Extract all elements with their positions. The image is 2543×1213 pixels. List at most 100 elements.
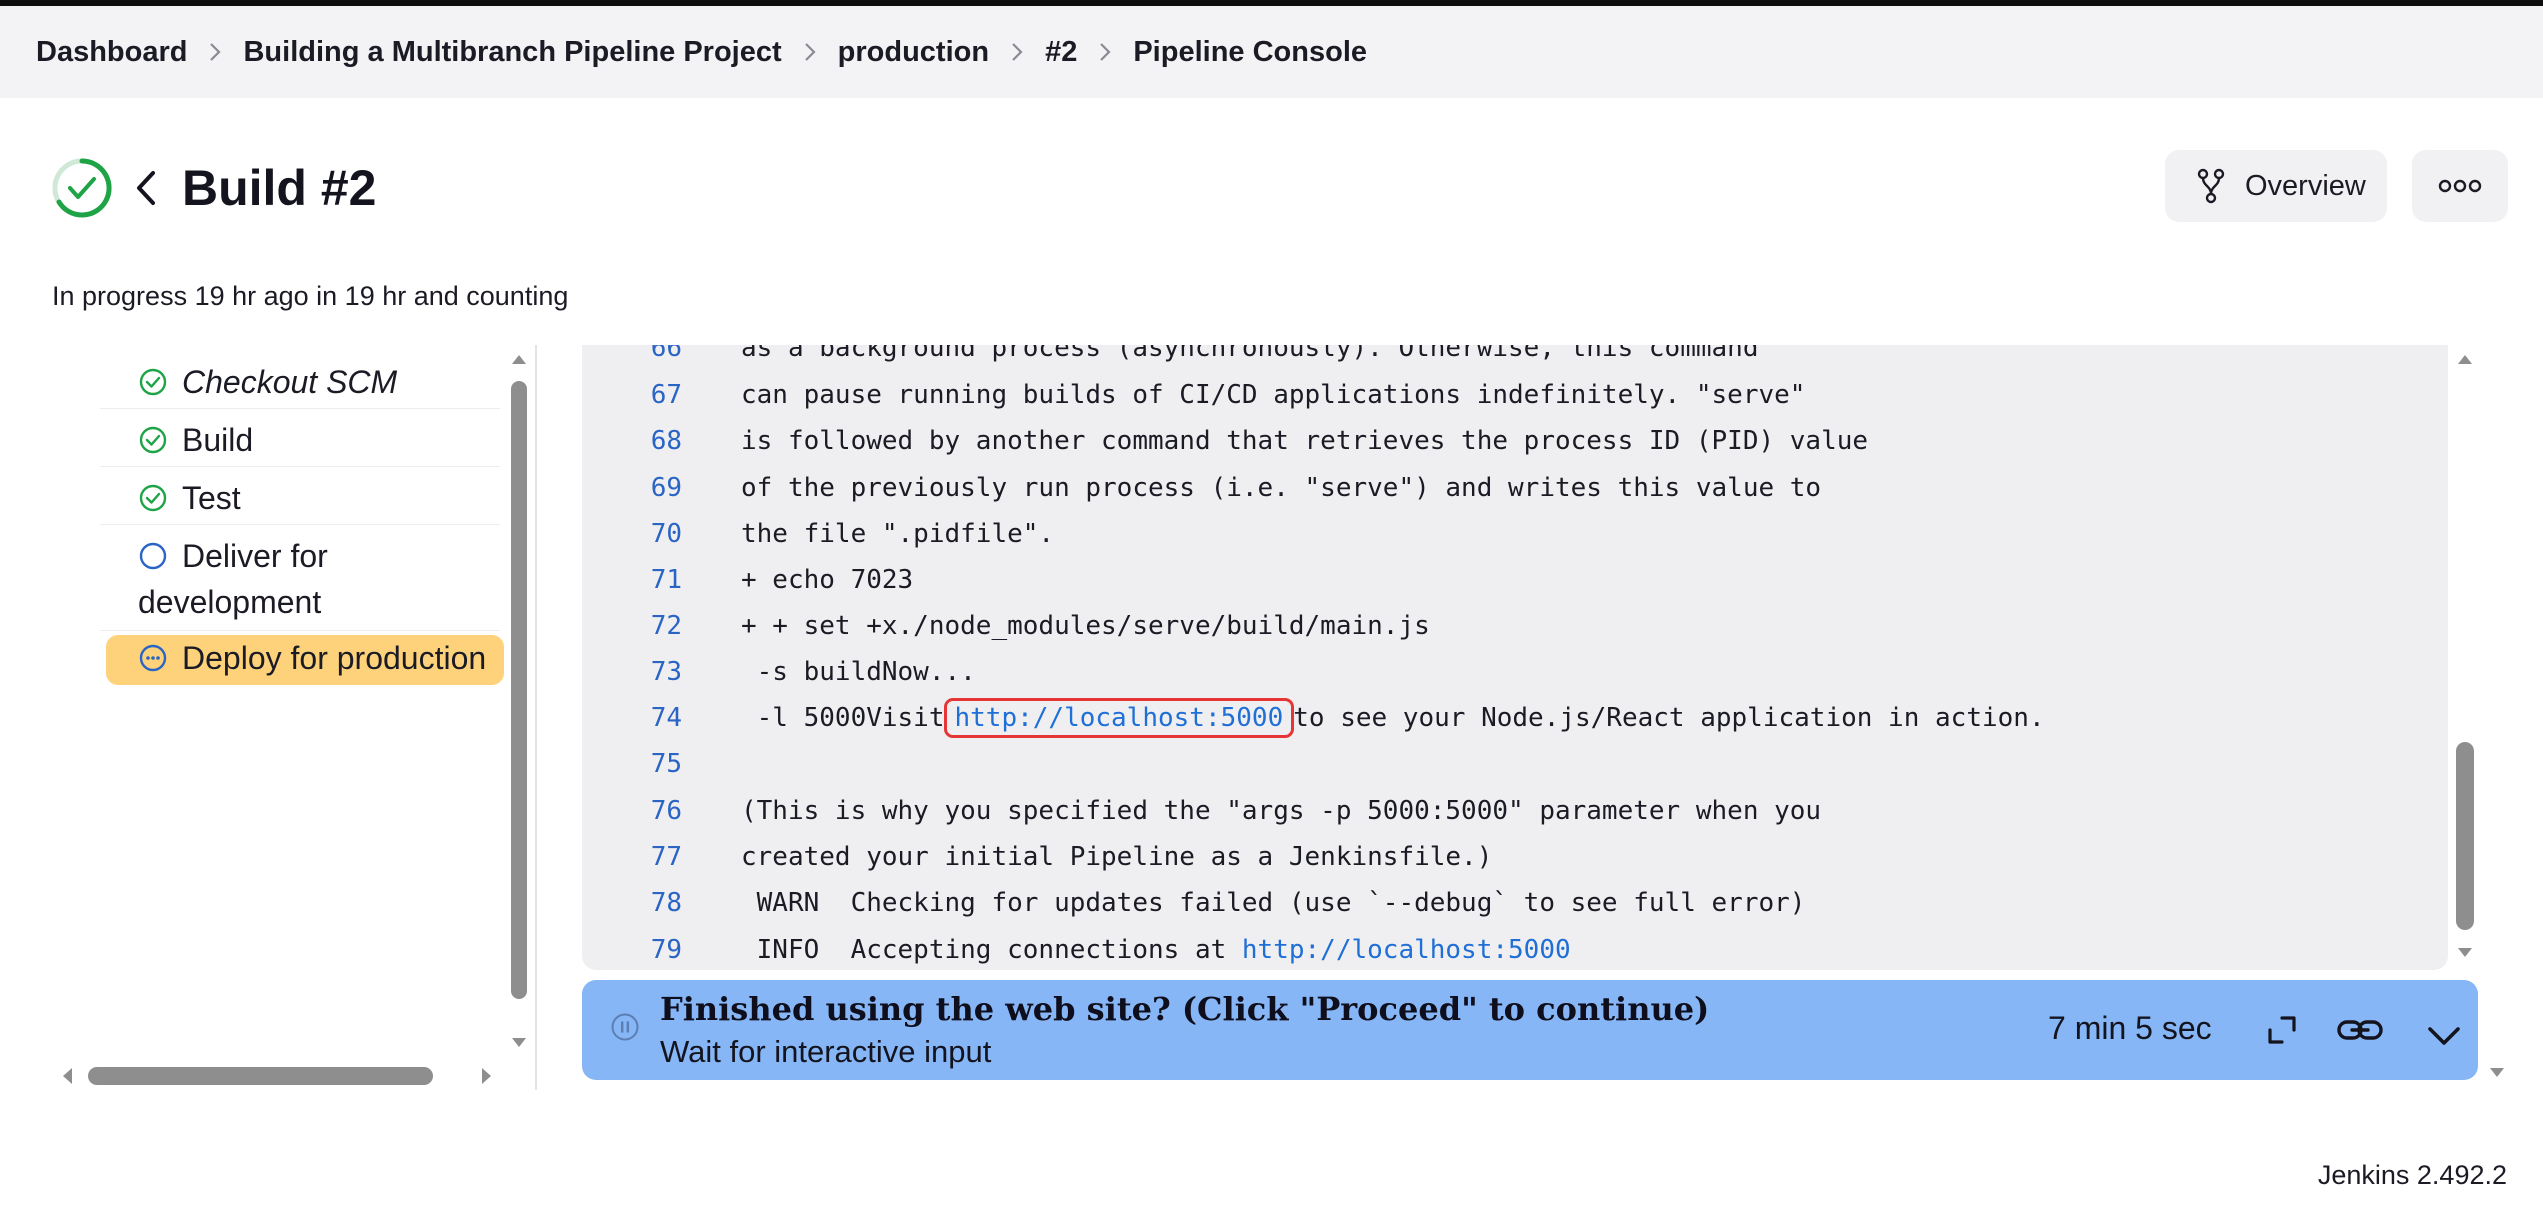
localhost-link[interactable]: http://localhost:5000 — [1242, 935, 1571, 965]
scroll-down-arrow-icon[interactable] — [510, 1036, 528, 1050]
line-number[interactable]: 69 — [582, 473, 682, 503]
localhost-link-highlighted[interactable]: http://localhost:5000 — [943, 698, 1295, 738]
stage-checkout-scm[interactable]: Checkout SCM — [100, 359, 500, 409]
console-log: 66 as a background process (asynchronous… — [582, 345, 2448, 970]
jenkins-version[interactable]: Jenkins 2.492.2 — [2318, 1160, 2507, 1191]
more-horizontal-icon — [2438, 179, 2482, 193]
log-text: the file ".pidfile". — [741, 519, 1055, 549]
breadcrumb: Dashboard Building a Multibranch Pipelin… — [0, 6, 2543, 98]
log-line: 79 INFO Accepting connections at http://… — [582, 927, 1571, 970]
stage-label-continued: development — [138, 584, 322, 620]
log-text: + + set +x./node_modules/serve/build/mai… — [741, 611, 1430, 641]
breadcrumb-build[interactable]: #2 — [1045, 36, 1077, 69]
breadcrumb-branch[interactable]: production — [838, 36, 989, 69]
success-check-icon — [139, 368, 167, 396]
in-progress-status-icon — [52, 158, 112, 218]
log-line: 73 -s buildNow... — [582, 649, 976, 695]
line-number[interactable]: 72 — [582, 611, 682, 641]
chevron-down-icon[interactable] — [2424, 1018, 2464, 1058]
log-text: to see your Node.js/React application in… — [1293, 703, 2045, 733]
log-text: INFO Accepting connections at — [741, 935, 1242, 965]
log-text: of the previously run process (i.e. "ser… — [741, 473, 1822, 503]
stage-label: Test — [182, 480, 241, 516]
log-text: WARN Checking for updates failed (use `-… — [741, 888, 1806, 918]
stage-label: Deliver for — [182, 538, 328, 574]
overview-label: Overview — [2245, 169, 2366, 202]
log-line: 75 — [582, 741, 741, 787]
link-icon[interactable] — [2336, 1010, 2384, 1050]
line-number[interactable]: 68 — [582, 426, 682, 456]
input-message: Finished using the web site? (Click "Pro… — [660, 990, 1710, 1028]
log-text: as a background process (asynchronously)… — [741, 345, 1759, 363]
success-check-icon — [139, 426, 167, 454]
scroll-up-arrow-icon[interactable] — [510, 352, 528, 366]
chevron-right-icon — [1077, 40, 1133, 64]
log-line: 77 created your initial Pipeline as a Je… — [582, 834, 1493, 880]
console-scroll-thumb[interactable] — [2456, 742, 2474, 930]
log-text: -s buildNow... — [741, 657, 976, 687]
overview-button[interactable]: Overview — [2165, 150, 2387, 222]
more-actions-button[interactable] — [2412, 150, 2508, 222]
back-chevron-icon[interactable] — [126, 163, 166, 213]
line-number[interactable]: 67 — [582, 380, 682, 410]
build-header: Build #2 — [50, 150, 376, 226]
build-status-text: In progress 19 hr ago in 19 hr and count… — [52, 281, 569, 311]
line-number[interactable]: 74 — [582, 703, 682, 733]
log-line: 70 the file ".pidfile". — [582, 511, 1054, 557]
chevron-right-icon — [782, 40, 838, 64]
log-line: 68 is followed by another command that r… — [582, 418, 1868, 464]
line-number[interactable]: 77 — [582, 842, 682, 872]
breadcrumb-pipeline-console[interactable]: Pipeline Console — [1133, 36, 1367, 69]
console-scroll-down-arrow-icon[interactable] — [2456, 946, 2474, 960]
log-line: 74 -l 5000Visit http://localhost:5000 to s… — [582, 695, 2045, 741]
branch-icon — [2197, 168, 2225, 204]
line-number[interactable]: 75 — [582, 749, 682, 779]
log-line: 67 can pause running builds of CI/CD app… — [582, 372, 1806, 418]
stage-label: Deploy for production — [182, 640, 487, 676]
stage-build[interactable]: Build — [100, 417, 500, 467]
log-line: 66 as a background process (asynchronous… — [582, 345, 1759, 371]
scroll-right-arrow-icon[interactable] — [480, 1066, 494, 1086]
log-line: 78 WARN Checking for updates failed (use… — [582, 880, 1806, 926]
breadcrumb-project[interactable]: Building a Multibranch Pipeline Project — [243, 36, 781, 69]
line-number[interactable]: 78 — [582, 888, 682, 918]
stage-list-horizontal-scroll-thumb[interactable] — [88, 1067, 433, 1085]
console-scroll-up-arrow-icon[interactable] — [2456, 352, 2474, 366]
not-built-circle-icon — [139, 542, 167, 570]
line-number[interactable]: 73 — [582, 657, 682, 687]
pause-icon — [611, 1013, 639, 1041]
log-line: 76 (This is why you specified the "args … — [582, 788, 1821, 834]
log-line: 71 + echo 7023 — [582, 557, 914, 603]
stage-deploy-for-production[interactable]: Deploy for production — [106, 635, 504, 685]
chevron-right-icon — [989, 40, 1045, 64]
scroll-left-arrow-icon[interactable] — [60, 1066, 74, 1086]
line-number[interactable]: 76 — [582, 796, 682, 826]
line-number[interactable]: 79 — [582, 935, 682, 965]
line-number[interactable]: 70 — [582, 519, 682, 549]
stage-duration: 7 min 5 sec — [2048, 1010, 2212, 1046]
log-text: can pause running builds of CI/CD applic… — [741, 380, 1806, 410]
line-number[interactable]: 66 — [582, 345, 682, 363]
paused-stage-icon — [139, 644, 167, 672]
input-required-banner: Finished using the web site? (Click "Pro… — [582, 980, 2478, 1080]
breadcrumb-dashboard[interactable]: Dashboard — [36, 36, 187, 69]
log-text: is followed by another command that retr… — [741, 426, 1869, 456]
expand-icon[interactable] — [2262, 1010, 2302, 1050]
stage-list-scroll-thumb[interactable] — [511, 381, 527, 999]
input-status: Wait for interactive input — [660, 1034, 992, 1069]
chevron-right-icon — [187, 40, 243, 64]
log-line: 72 + + set +x./node_modules/serve/build/… — [582, 603, 1430, 649]
line-number[interactable]: 71 — [582, 565, 682, 595]
success-check-icon — [139, 484, 167, 512]
log-text: + echo 7023 — [741, 565, 914, 595]
log-line: 69 of the previously run process (i.e. "… — [582, 465, 1821, 511]
stage-label: Build — [182, 422, 254, 458]
stage-label: Checkout SCM — [182, 364, 398, 400]
log-text: -l 5000Visit — [741, 703, 945, 733]
stage-deliver-for-development[interactable]: Deliver for development — [100, 533, 500, 631]
panel-divider — [535, 345, 537, 1090]
page-scroll-down-arrow-icon[interactable] — [2488, 1066, 2506, 1080]
log-text: (This is why you specified the "args -p … — [741, 796, 1822, 826]
stage-test[interactable]: Test — [100, 475, 500, 525]
log-text: created your initial Pipeline as a Jenki… — [741, 842, 1493, 872]
